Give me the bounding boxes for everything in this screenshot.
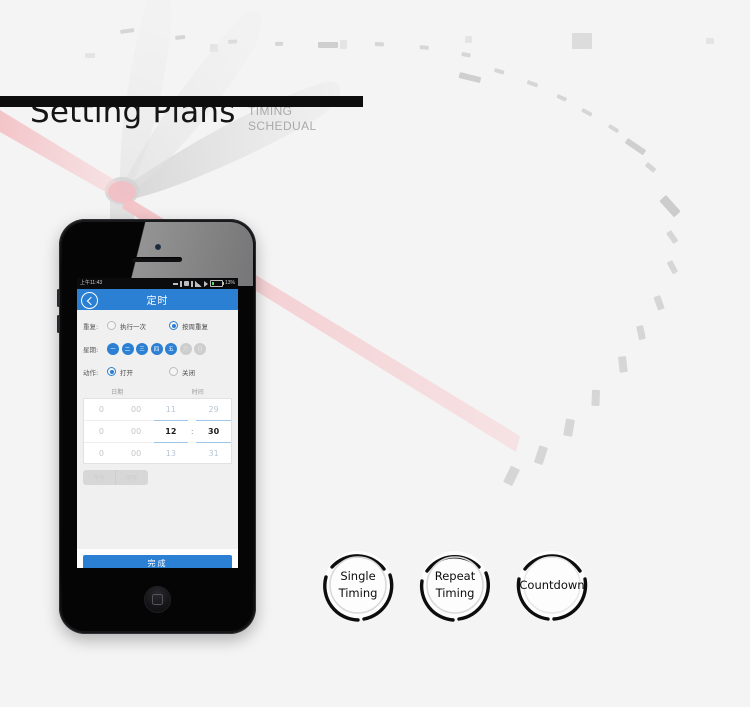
picker-cell[interactable]: 00 [119, 443, 154, 464]
radio-weekly-icon[interactable] [169, 321, 178, 330]
done-button-container: 完成 [77, 549, 238, 568]
picker-cell-selected-minute[interactable]: 30 [196, 421, 231, 443]
repeat-option-once[interactable]: 执行一次 [107, 321, 169, 331]
picker-headers: 日期 时间 [77, 383, 238, 398]
picker-column-hour[interactable]: 11 12 13 [153, 399, 189, 464]
weekday-label: 星期: [83, 345, 99, 354]
action-option-off[interactable]: 关闭 [169, 367, 195, 377]
weekday-chip-mon[interactable]: 一 [107, 342, 119, 355]
form-row-action: 动作: 打开 关闭 [77, 360, 238, 383]
battery-percent-label: 13% [224, 280, 235, 286]
feature-badges: Single Timing Repeat Timing Countdown [318, 541, 608, 633]
picker-column-minute[interactable]: 29 30 31 [196, 399, 231, 463]
earpiece-speaker-icon [132, 257, 182, 262]
badge-countdown[interactable]: Countdown [512, 545, 592, 625]
repeat-option-once-label: 执行一次 [120, 322, 146, 331]
weekday-chip-sat[interactable]: 六 [179, 342, 192, 355]
phone-device: 上午11:43 13% 定时 重复: 执行一次 按周重复 星期: 一 二 三 四… [57, 219, 256, 634]
status-bar: 上午11:43 13% [77, 278, 238, 289]
action-label: 动作: [83, 368, 99, 377]
segment-this-year[interactable]: 今年 [83, 470, 115, 485]
done-button[interactable]: 完成 [83, 555, 232, 568]
phone-body: 上午11:43 13% 定时 重复: 执行一次 按周重复 星期: 一 二 三 四… [62, 222, 253, 631]
form-row-weekdays: 星期: 一 二 三 四 五 六 日 [77, 337, 238, 360]
badge-line1: Repeat [434, 569, 476, 583]
weekday-chip-fri[interactable]: 五 [165, 342, 177, 355]
datetime-picker[interactable]: 0 0 0 00 00 00 11 12 13: 29 30 31 [83, 398, 232, 464]
badge-countdown-label: Countdown [512, 545, 592, 625]
small-square-icon [190, 280, 193, 287]
app-bar: 定时 [77, 289, 238, 310]
page-subtitle-line2: SCHEDUAL [248, 119, 317, 133]
badge-single-timing[interactable]: Single Timing [318, 545, 398, 625]
badge-single-timing-label: Single Timing [318, 545, 398, 625]
picker-cell[interactable]: 0 [84, 399, 119, 421]
screen-glare [62, 222, 253, 286]
picker-cell-selected-hour[interactable]: 12 [153, 421, 189, 443]
volume-down-button[interactable] [57, 315, 60, 333]
badge-line2: Timing [435, 586, 475, 600]
page-subtitle: TIMING SCHEDUAL [248, 104, 317, 134]
repeat-option-weekly-label: 按周重复 [182, 322, 208, 331]
picker-column-monthday[interactable]: 00 00 00 [118, 399, 154, 464]
picker-cell[interactable]: 31 [196, 443, 231, 464]
badge-repeat-timing[interactable]: Repeat Timing [415, 545, 495, 625]
picker-header-time: 时间 [191, 389, 204, 396]
app-bar-title: 定时 [146, 296, 169, 307]
action-option-on-label: 打开 [120, 368, 133, 377]
picker-cell[interactable]: 13 [154, 443, 189, 464]
play-triangle-icon [203, 280, 208, 287]
repeat-label: 重复: [83, 322, 99, 331]
action-option-off-label: 关闭 [182, 368, 195, 377]
picker-cell[interactable]: 29 [196, 399, 231, 421]
home-button[interactable] [144, 586, 171, 613]
form-row-repeat: 重复: 执行一次 按周重复 [77, 310, 238, 337]
chevron-left-icon [86, 296, 95, 305]
badge-line1: Countdown [519, 577, 585, 592]
picker-column-year[interactable]: 0 0 0 [84, 399, 119, 463]
picker-colon-label: : [190, 426, 194, 436]
home-square-icon [152, 594, 163, 605]
weekday-chip-tue[interactable]: 二 [121, 342, 134, 355]
picker-cell[interactable]: 0 [84, 421, 119, 443]
timer-form: 重复: 执行一次 按周重复 星期: 一 二 三 四 五 六 日 动作: 打开 关… [77, 310, 238, 568]
year-segmented-control[interactable]: 今年 明年 [83, 470, 149, 485]
phone-screen: 上午11:43 13% 定时 重复: 执行一次 按周重复 星期: 一 二 三 四… [77, 278, 238, 568]
badge-line1: Single [340, 569, 376, 583]
picker-cell[interactable]: 0 [84, 443, 119, 464]
segment-next-year[interactable]: 明年 [115, 470, 148, 485]
picker-cell[interactable]: 00 [118, 421, 154, 443]
status-bar-time: 上午11:43 [80, 280, 103, 286]
signal-icon [194, 280, 202, 287]
front-camera-icon [155, 244, 161, 250]
battery-icon [209, 280, 224, 287]
radio-once-icon[interactable] [107, 321, 116, 330]
badge-repeat-timing-label: Repeat Timing [415, 545, 495, 625]
page-root: Setting Plans TIMING SCHEDUAL 上午11:43 13… [0, 0, 750, 707]
badge-line2: Timing [338, 586, 378, 600]
dash-icon [172, 282, 178, 285]
weekday-chip-wed[interactable]: 三 [136, 342, 148, 355]
weekday-chip-thu[interactable]: 四 [150, 342, 163, 355]
repeat-option-weekly[interactable]: 按周重复 [169, 321, 208, 331]
signal-bar-icon [179, 280, 182, 287]
action-option-on[interactable]: 打开 [107, 367, 169, 377]
weekday-selector[interactable]: 一 二 三 四 五 六 日 [107, 342, 206, 355]
app-square-icon [183, 281, 189, 286]
back-button[interactable] [81, 292, 98, 309]
picker-cell[interactable]: 00 [118, 399, 154, 421]
radio-on-icon[interactable] [107, 367, 116, 376]
radio-off-icon[interactable] [169, 367, 178, 376]
status-bar-icons: 13% [172, 278, 235, 289]
volume-up-button[interactable] [57, 289, 60, 307]
weekday-chip-sun[interactable]: 日 [194, 342, 206, 355]
picker-separator: . : . [188, 399, 196, 463]
picker-cell[interactable]: 11 [153, 399, 189, 421]
picker-header-date: 日期 [111, 389, 124, 396]
title-underline-bar [0, 96, 363, 107]
